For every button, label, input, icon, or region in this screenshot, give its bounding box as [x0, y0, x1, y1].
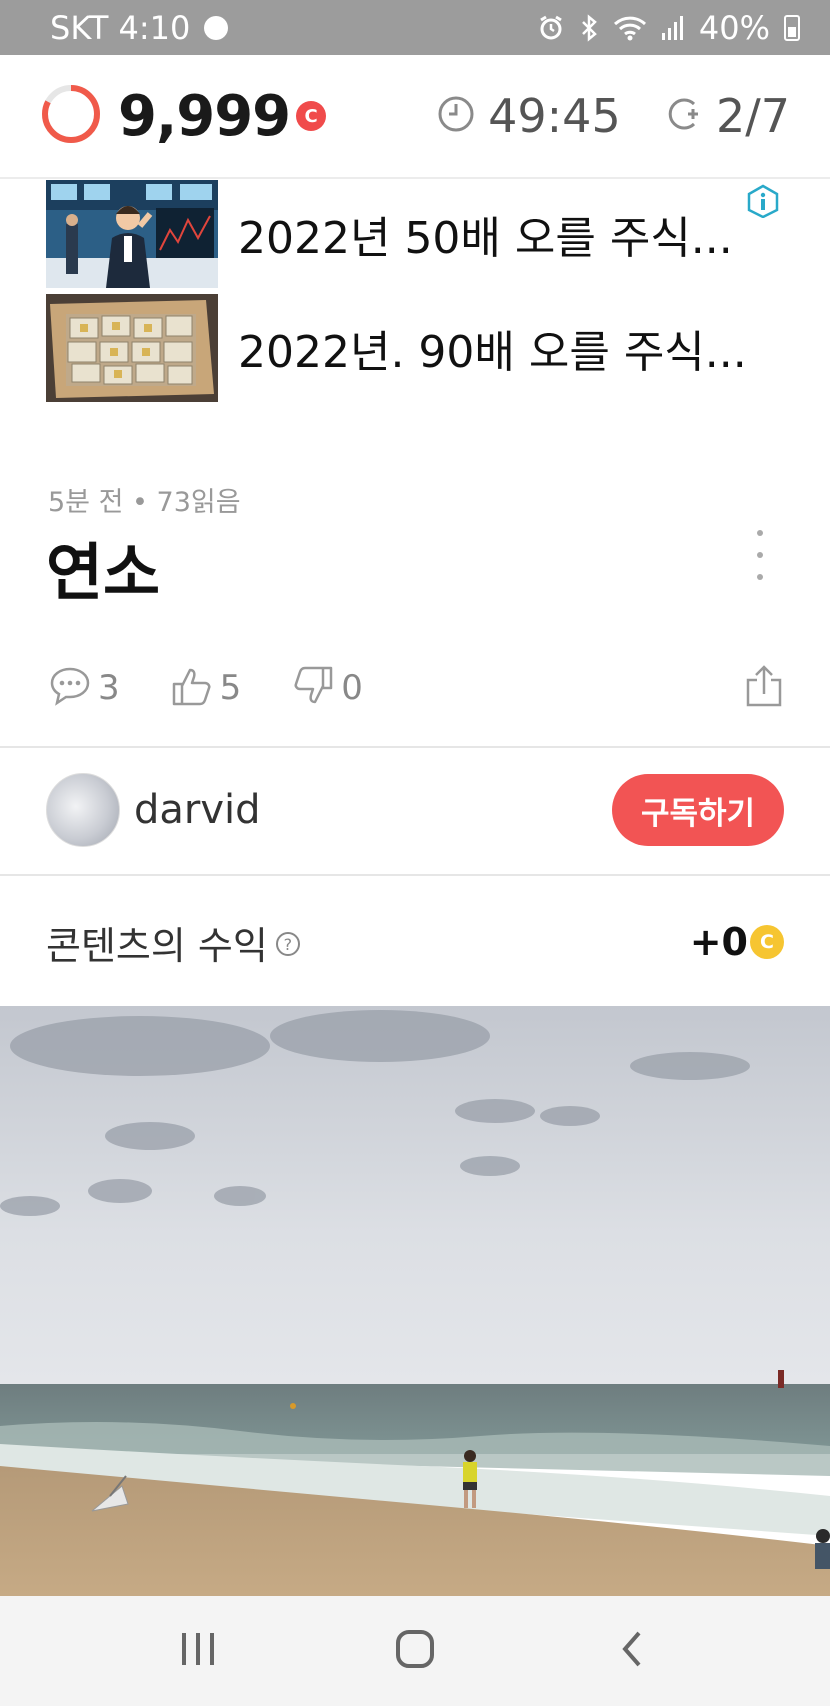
screen: SKT 4:10 40% 9,999 C 49:45 2/7 2022년 50배… [0, 0, 830, 1706]
battery-percent: 40% [698, 8, 770, 47]
post-photo-beach [0, 1006, 830, 1596]
share-button[interactable] [744, 664, 784, 712]
timer-value: 49:45 [488, 89, 621, 143]
post-title: 연소 [46, 536, 161, 609]
coin-plus-icon [664, 94, 704, 138]
comment-count: 3 [98, 668, 120, 708]
reaction-bar: 3 5 0 [48, 660, 784, 716]
author-row: darvid 구독하기 [46, 770, 784, 850]
divider [0, 746, 830, 748]
back-button[interactable] [592, 1621, 672, 1681]
ad-thumbnail-trader [46, 180, 218, 288]
dot-icon [757, 552, 763, 558]
thumbs-down-icon [291, 664, 335, 712]
ad-title: 2022년. 90배 오를 주식... [238, 327, 747, 378]
earnings-value: +0 [689, 920, 748, 964]
top-header: 9,999 C 49:45 2/7 [0, 55, 830, 179]
earnings-label: 콘텐츠의 수익 [46, 923, 268, 968]
wifi-icon [613, 15, 647, 41]
ad-title: 2022년 50배 오를 주식... [238, 213, 733, 264]
more-options-button[interactable] [748, 530, 772, 580]
avatar[interactable] [46, 773, 120, 847]
coin-count[interactable]: 2/7 [664, 89, 790, 143]
recent-apps-button[interactable] [158, 1621, 238, 1681]
subscribe-button[interactable]: 구독하기 [612, 774, 784, 846]
signal-icon [661, 15, 685, 41]
coin-icon: C [296, 101, 327, 131]
alarm-icon [537, 14, 565, 42]
carrier-time: SKT 4:10 [50, 8, 191, 47]
ad-info-icon[interactable] [746, 184, 780, 222]
divider [0, 874, 830, 876]
chat-bubble-icon [204, 15, 229, 40]
battery-icon [784, 14, 800, 41]
recent-apps-icon [178, 1631, 218, 1671]
points-widget[interactable]: 9,999 C [40, 83, 327, 149]
like-count: 5 [219, 668, 242, 708]
timer: 49:45 [436, 89, 621, 143]
dot-icon [757, 574, 763, 580]
comment-icon [48, 664, 92, 712]
ad-thumbnail-cash-box [46, 294, 218, 402]
coin-icon: C [750, 925, 784, 959]
system-nav-bar [0, 1596, 830, 1706]
post-meta: 5분 전 • 73읽음 [48, 487, 241, 518]
progress-ring-icon [40, 83, 102, 149]
ad-section: 2022년 50배 오를 주식... 2022년. 90배 오를 주식... [0, 179, 830, 419]
dislike-button[interactable]: 0 [291, 664, 363, 712]
content-earnings-row: 콘텐츠의 수익 ? +0 C [46, 910, 784, 974]
dot-icon [757, 530, 763, 536]
home-button[interactable] [375, 1621, 455, 1681]
clock-icon [436, 94, 476, 138]
dislike-count: 0 [341, 668, 363, 708]
thumbs-up-icon [170, 664, 214, 712]
comment-button[interactable]: 3 [48, 664, 120, 712]
ad-item[interactable]: 2022년. 90배 오를 주식... [46, 294, 786, 402]
share-icon [744, 665, 784, 712]
status-bar: SKT 4:10 40% [0, 0, 830, 55]
back-icon [617, 1629, 647, 1673]
home-icon [395, 1629, 435, 1673]
bluetooth-icon [579, 13, 599, 42]
help-icon[interactable]: ? [275, 932, 300, 956]
ad-item[interactable]: 2022년 50배 오를 주식... [46, 180, 786, 288]
count-value: 2/7 [715, 89, 790, 143]
author-name[interactable]: darvid [134, 787, 261, 833]
points-value: 9,999 [118, 83, 291, 149]
like-button[interactable]: 5 [170, 664, 242, 712]
